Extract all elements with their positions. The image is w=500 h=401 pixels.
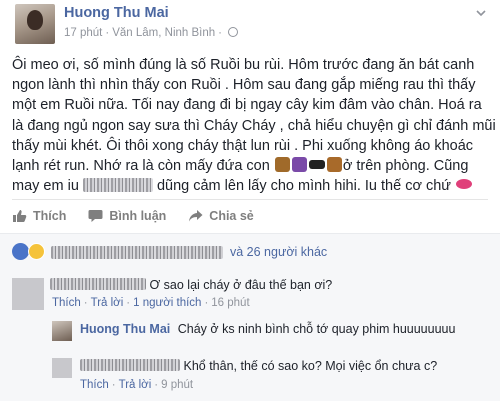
like-button[interactable]: Thích <box>12 209 66 223</box>
post-line: ngon lành thì nhìn thấy con Ruồi . Hôm s… <box>12 77 476 94</box>
post-time[interactable]: 17 phút <box>64 27 102 39</box>
post-line: Ôi meo ơi, số mình đúng là số Ruồi bu rù… <box>12 57 475 73</box>
post-body: Ôi meo ơi, số mình đúng là số Ruồi bu rù… <box>12 55 496 196</box>
comment-likes-count[interactable]: 1 người thích <box>133 297 201 309</box>
like-reaction-icon[interactable] <box>12 243 29 260</box>
handbag-emoji-icon <box>326 157 342 173</box>
reply-author-avatar[interactable] <box>52 321 72 341</box>
post-line: là đang ngủ ngon say sưa thì Cháy Cháy ,… <box>12 117 496 134</box>
comment-meta: Thích · Trả lời · 1 người thích · 16 phút <box>52 297 250 309</box>
comment: Ơ sao lại cháy ở đâu thế bạn ơi? <box>50 278 332 292</box>
redacted-commenter-name[interactable] <box>50 278 146 290</box>
sad-reaction-icon[interactable] <box>28 243 45 260</box>
reply-text: Cháy ở ks ninh bình chỗ tớ quay phim huu… <box>177 322 456 336</box>
public-globe-icon <box>227 27 238 37</box>
redacted-reactor-names <box>51 246 223 259</box>
lips-emoji-icon <box>456 179 473 190</box>
share-arrow-icon <box>189 210 203 222</box>
redacted-name <box>82 178 153 193</box>
divider <box>12 199 488 200</box>
post-location[interactable]: Văn Lâm, Ninh Bình <box>112 27 215 39</box>
handbag-emoji-icon <box>274 157 290 173</box>
reply-reply-link[interactable]: Trả lời <box>119 379 152 391</box>
comments-section: Ơ sao lại cháy ở đâu thế bạn ơi? Thích · T… <box>0 271 500 401</box>
comment-bubble-icon <box>88 210 103 222</box>
reply-text: Khổ thân, thế có sao ko? Mọi việc ổn chư… <box>183 359 438 373</box>
post-line-part: lạnh rét run. Nhớ ra là còn mấy đứa con <box>12 158 270 175</box>
reactions-bar: và 26 người khác <box>0 233 500 271</box>
facebook-post: Huong Thu Mai 17 phút · Văn Lâm, Ninh Bình… <box>0 0 500 401</box>
reply-time: 9 phút <box>161 379 194 391</box>
purple-bag-emoji-icon <box>291 157 307 173</box>
share-button[interactable]: Chia sẻ <box>188 209 254 223</box>
reply-author-avatar[interactable] <box>52 358 72 378</box>
post-line: thấy mùi khét. Ôi thôi xong cháy thật lu… <box>12 137 474 154</box>
post-line-part: may em iu <box>12 178 79 195</box>
reply-like-link[interactable]: Thích <box>80 379 109 391</box>
post-line: may em iu dũng cảm lên lấy cho mình hihi… <box>12 176 490 196</box>
post-line: một em Ruồi nữa. Tối nay đang đi bị ngay… <box>12 97 482 114</box>
thumbs-up-icon <box>13 210 27 222</box>
commenter-avatar[interactable] <box>12 278 44 310</box>
reply-author-name[interactable]: Huong Thu Mai <box>80 322 170 336</box>
comment-label: Bình luận <box>109 209 167 223</box>
comment-time: 16 phút <box>211 297 250 309</box>
comment-reply-link[interactable]: Trả lời <box>91 297 124 309</box>
reply: Huong Thu Mai Cháy ở ks ninh bình chỗ tớ… <box>80 322 455 336</box>
post-line: lạnh rét run. Nhớ ra là còn mấy đứa con … <box>12 156 490 176</box>
post-actions: Thích Bình luận Chia sẻ <box>12 205 276 227</box>
comment-button[interactable]: Bình luận <box>88 209 166 223</box>
like-label: Thích <box>33 209 67 223</box>
black-bag-emoji-icon <box>308 160 325 170</box>
chevron-down-icon[interactable] <box>476 8 486 18</box>
reply-meta: Thích · Trả lời · 9 phút <box>80 379 194 391</box>
post-line-part: ở trên phòng. Cũng <box>342 158 469 175</box>
redacted-commenter-name[interactable] <box>80 359 180 371</box>
reaction-others-link[interactable]: và 26 người khác <box>230 245 327 259</box>
post-line-part: dũng cảm lên lấy cho mình hihi. Iu thế c… <box>156 178 452 195</box>
author-avatar[interactable] <box>15 4 55 44</box>
comment-like-link[interactable]: Thích <box>52 297 81 309</box>
comment-text: Ơ sao lại cháy ở đâu thế bạn ơi? <box>149 278 333 292</box>
post-author-name[interactable]: Huong Thu Mai <box>64 5 169 21</box>
share-label: Chia sẻ <box>209 209 254 223</box>
post-meta: 17 phút · Văn Lâm, Ninh Bình · <box>64 27 238 39</box>
reply: Khổ thân, thế có sao ko? Mọi việc ổn chư… <box>80 359 437 373</box>
